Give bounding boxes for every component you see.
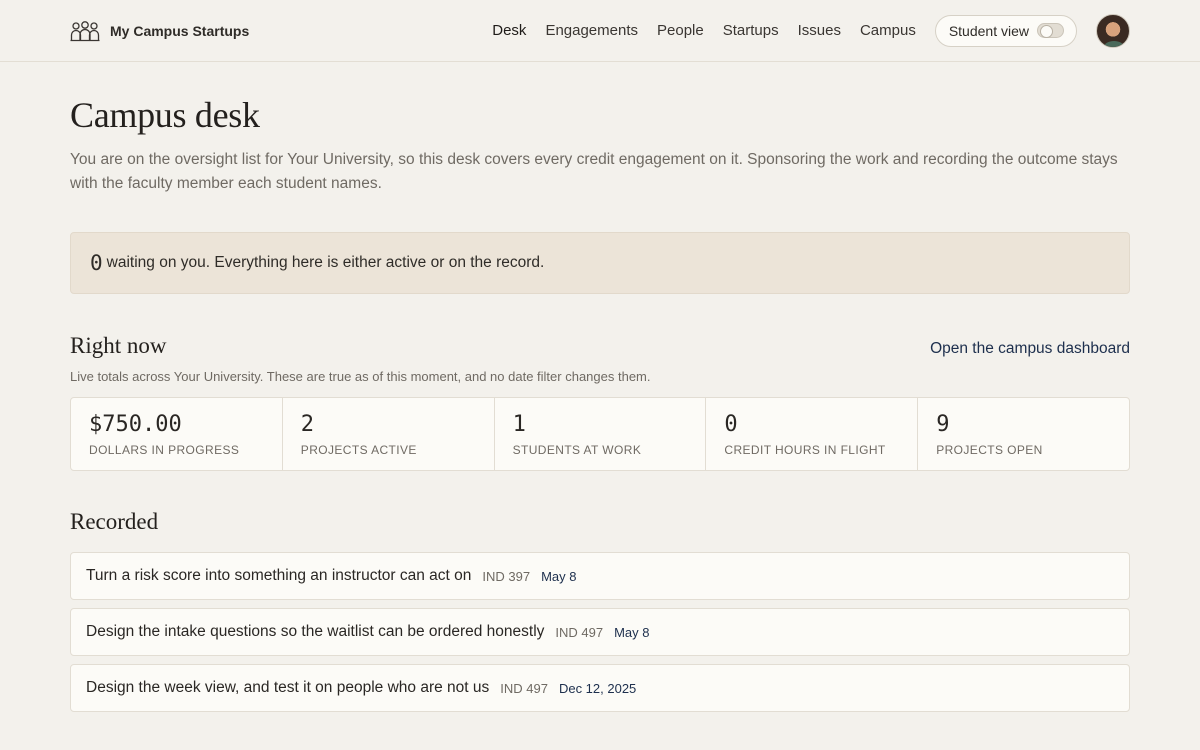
- stat-value: 2: [300, 412, 315, 437]
- stat-dollars-in-progress: $750.00 Dollars in progress: [71, 398, 282, 470]
- brand-name: My Campus Startups: [110, 22, 250, 39]
- stat-label: Credit hours in flight: [724, 443, 886, 457]
- student-view-toggle[interactable]: Student view: [934, 14, 1077, 47]
- stats-panel: $750.00 Dollars in progress 2 Projects a…: [70, 397, 1130, 471]
- record-title: Design the week view, and test it on peo…: [86, 679, 490, 696]
- brand[interactable]: My Campus Startups: [70, 20, 249, 42]
- nav-campus[interactable]: Campus: [860, 22, 916, 39]
- course-code: IND 397: [482, 568, 531, 584]
- record-date: May 8: [541, 568, 577, 584]
- main-content: Campus desk You are on the oversight lis…: [0, 94, 1200, 712]
- stat-label: Projects active: [300, 443, 417, 457]
- page-title: Campus desk: [70, 95, 260, 135]
- right-now-title: Right now: [70, 333, 167, 358]
- recorded-list: Turn a risk score into something an inst…: [70, 552, 1130, 712]
- stat-label: Dollars in progress: [89, 443, 240, 457]
- stat-projects-active: 2 Projects active: [281, 398, 494, 470]
- course-code: IND 497: [500, 680, 548, 696]
- recorded-title: Recorded: [70, 509, 159, 534]
- list-item[interactable]: Design the week view, and test it on peo…: [70, 664, 1130, 712]
- nav-desk[interactable]: Desk: [492, 22, 526, 39]
- list-item[interactable]: Turn a risk score into something an inst…: [70, 552, 1130, 600]
- stat-value: $750.00: [89, 412, 182, 437]
- stat-label: Students at work: [512, 443, 642, 457]
- nav-startups[interactable]: Startups: [723, 22, 779, 39]
- stat-students-at-work: 1 Students at work: [493, 398, 706, 470]
- waiting-text: waiting on you. Everything here is eithe…: [106, 254, 545, 271]
- top-bar: My Campus Startups Desk Engagements Peop…: [0, 0, 1200, 62]
- people-group-icon: [70, 20, 100, 42]
- right-now-subtitle: Live totals across Your University. Thes…: [70, 369, 651, 384]
- nav-issues[interactable]: Issues: [798, 22, 841, 39]
- avatar[interactable]: [1096, 13, 1130, 48]
- main-nav: Desk Engagements People Startups Issues …: [492, 13, 1130, 48]
- record-title: Turn a risk score into something an inst…: [86, 567, 472, 584]
- stat-value: 0: [724, 412, 738, 437]
- nav-people[interactable]: People: [657, 22, 704, 39]
- stat-projects-open: 9 Projects open: [917, 398, 1129, 470]
- nav-engagements[interactable]: Engagements: [545, 22, 638, 39]
- page-intro: You are on the oversight list for Your U…: [70, 151, 1118, 192]
- stat-label: Projects open: [936, 443, 1043, 457]
- stat-credit-hours: 0 Credit hours in flight: [705, 398, 917, 470]
- course-code: IND 497: [555, 624, 604, 640]
- campus-dashboard-link[interactable]: Open the campus dashboard: [930, 340, 1130, 358]
- record-title: Design the intake questions so the waitl…: [86, 623, 545, 640]
- waiting-callout: 0 waiting on you. Everything here is eit…: [70, 232, 1130, 294]
- student-view-label: Student view: [948, 22, 1029, 39]
- record-date: Dec 12, 2025: [558, 680, 637, 696]
- record-date: May 8: [614, 624, 650, 640]
- waiting-count: 0: [90, 251, 103, 275]
- toggle-switch[interactable]: [1037, 23, 1064, 38]
- stat-value: 9: [936, 412, 950, 437]
- stat-value: 1: [512, 412, 526, 437]
- right-now-header: Right now Open the campus dashboard: [70, 333, 1130, 359]
- list-item[interactable]: Design the intake questions so the waitl…: [70, 608, 1130, 656]
